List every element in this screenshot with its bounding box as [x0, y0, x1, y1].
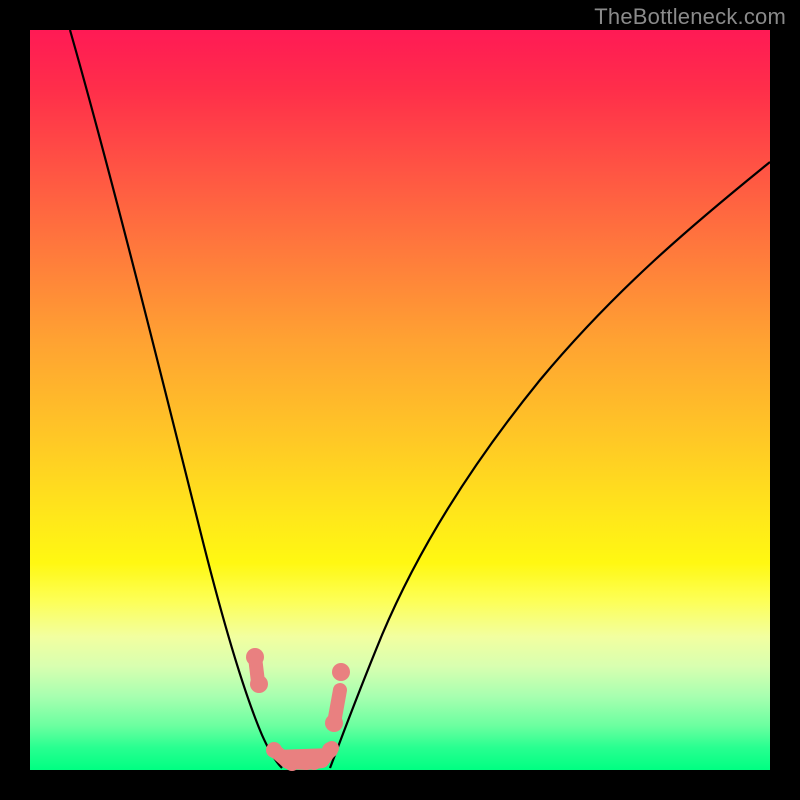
- marker-dot: [325, 714, 343, 732]
- marker-dot: [250, 675, 268, 693]
- marker-dot: [284, 755, 300, 771]
- watermark-text: TheBottleneck.com: [594, 4, 786, 30]
- curves-svg: [30, 30, 770, 770]
- marker-dot: [306, 754, 322, 770]
- marker-dot: [322, 742, 338, 758]
- marker-cluster: [246, 648, 350, 771]
- right-curve: [330, 162, 770, 768]
- marker-dot: [246, 648, 264, 666]
- chart-frame: TheBottleneck.com: [0, 0, 800, 800]
- marker-dot: [332, 663, 350, 681]
- marker-dot: [266, 742, 282, 758]
- plot-area: [30, 30, 770, 770]
